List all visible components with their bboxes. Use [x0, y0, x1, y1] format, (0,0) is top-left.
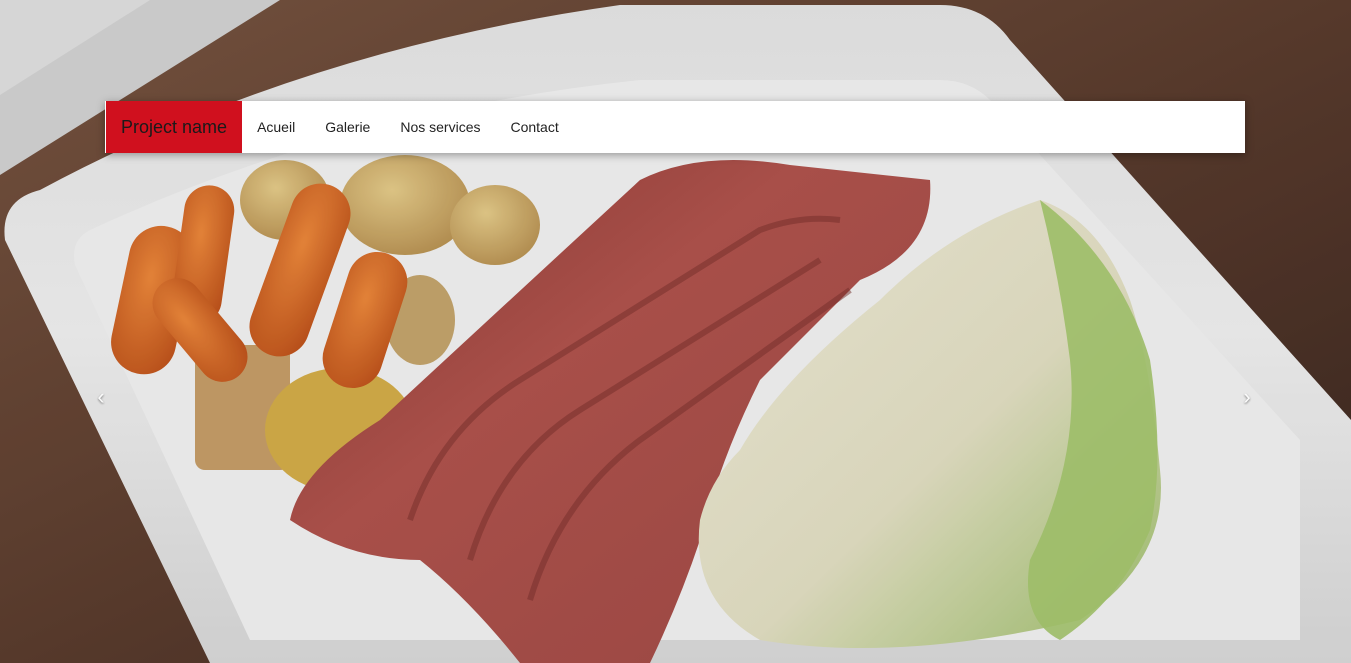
chevron-left-icon: ‹ — [97, 384, 105, 409]
hero-carousel: Project name Acueil Galerie Nos services… — [0, 0, 1351, 663]
navbar: Project name Acueil Galerie Nos services… — [105, 101, 1245, 153]
nav-link-nos-services[interactable]: Nos services — [385, 119, 495, 135]
slide-image — [0, 0, 1351, 663]
nav-link-acueil[interactable]: Acueil — [242, 119, 310, 135]
brand-link[interactable]: Project name — [106, 101, 243, 153]
carousel-prev-button[interactable]: ‹ — [86, 380, 116, 414]
chevron-right-icon: › — [1243, 384, 1251, 409]
nav-menu: Acueil Galerie Nos services Contact — [242, 101, 574, 153]
carousel-next-button[interactable]: › — [1232, 380, 1262, 414]
nav-link-galerie[interactable]: Galerie — [310, 119, 385, 135]
nav-link-contact[interactable]: Contact — [495, 119, 573, 135]
